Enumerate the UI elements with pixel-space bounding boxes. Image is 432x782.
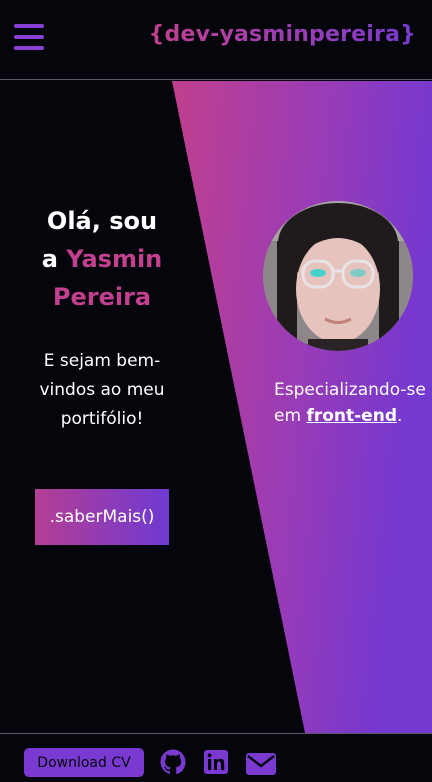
download-cv-button[interactable]: Download CV xyxy=(24,748,144,777)
specialization-text: Especializando-se em front-end. xyxy=(274,377,432,429)
spec-suffix: . xyxy=(396,406,403,426)
email-icon[interactable] xyxy=(246,751,276,777)
hero-section: Olá, sou a Yasmin Pereira E sejam bem-vi… xyxy=(0,81,432,733)
name-last: Pereira xyxy=(52,283,152,311)
bottom-footer: Download CV xyxy=(0,733,432,782)
greeting-heading: Olá, sou a Yasmin Pereira xyxy=(14,202,190,316)
front-end-highlight: front-end xyxy=(306,406,397,426)
linkedin-icon[interactable] xyxy=(204,749,228,775)
welcome-text: E sejam bem-vindos ao meu portifólio! xyxy=(39,351,165,429)
hamburger-menu-icon[interactable] xyxy=(14,24,44,50)
greeting-line1: Olá, sou xyxy=(46,207,158,235)
top-header: {dev-yasminpereira} xyxy=(0,0,432,80)
github-icon[interactable] xyxy=(160,749,186,775)
profile-avatar xyxy=(263,201,413,351)
site-logo[interactable]: {dev-yasminpereira} xyxy=(149,22,416,47)
saber-mais-button[interactable]: .saberMais() xyxy=(35,489,169,545)
name-first: Yasmin xyxy=(66,245,163,273)
greeting-line2: a Yasmin xyxy=(14,240,190,278)
greeting-prefix: a xyxy=(41,245,67,273)
